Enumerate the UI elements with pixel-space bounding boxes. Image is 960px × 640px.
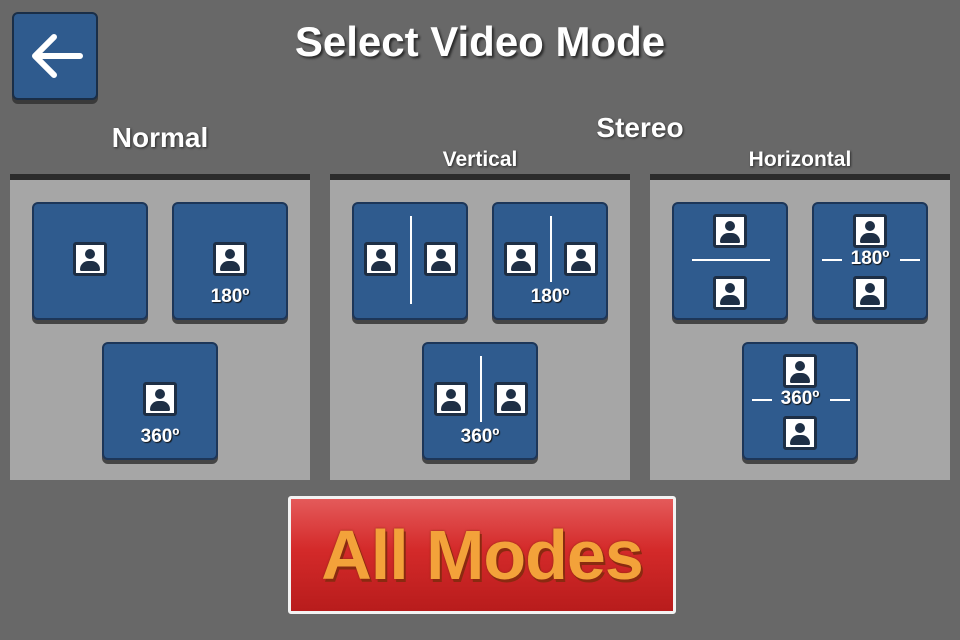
person-icon	[713, 276, 747, 310]
mode-degree-label: 180º	[530, 286, 570, 307]
mode-horizontal-360-button[interactable]: 360º	[742, 342, 858, 460]
mode-normal-360-button[interactable]: 360º	[102, 342, 218, 460]
person-icon	[143, 382, 177, 416]
vertical-panel: 180º 360º	[330, 174, 630, 480]
mode-horizontal-flat-button[interactable]	[672, 202, 788, 320]
section-label-vertical: Vertical	[442, 148, 518, 171]
mode-normal-flat-button[interactable]	[32, 202, 148, 320]
mode-horizontal-180-button[interactable]: 180º	[812, 202, 928, 320]
split-divider	[900, 259, 920, 261]
person-icon	[434, 382, 468, 416]
mode-vertical-flat-button[interactable]	[352, 202, 468, 320]
mode-vertical-180-button[interactable]: 180º	[492, 202, 608, 320]
person-icon	[853, 276, 887, 310]
normal-panel: 180º 360º	[10, 174, 310, 480]
person-icon	[73, 242, 107, 276]
mode-degree-label: 180º	[210, 286, 250, 307]
person-icon	[213, 242, 247, 276]
split-divider	[550, 216, 552, 282]
mode-vertical-360-button[interactable]: 360º	[422, 342, 538, 460]
person-icon	[504, 242, 538, 276]
mode-normal-180-button[interactable]: 180º	[172, 202, 288, 320]
person-icon	[494, 382, 528, 416]
person-icon	[783, 416, 817, 450]
section-label-horizontal: Horizontal	[748, 148, 852, 171]
all-modes-label: All Modes	[321, 516, 644, 594]
split-divider	[830, 399, 850, 401]
horizontal-panel: 180º 360º	[650, 174, 950, 480]
all-modes-button[interactable]: All Modes	[288, 496, 676, 614]
section-label-normal: Normal	[111, 122, 209, 153]
split-divider	[692, 259, 770, 261]
mode-degree-label: 360º	[140, 426, 180, 447]
split-divider	[480, 356, 482, 422]
person-icon	[364, 242, 398, 276]
page-title: Select Video Mode	[294, 18, 666, 65]
person-icon	[853, 214, 887, 248]
person-icon	[424, 242, 458, 276]
person-icon	[713, 214, 747, 248]
person-icon	[783, 354, 817, 388]
mode-degree-label: 360º	[460, 426, 500, 447]
person-icon	[564, 242, 598, 276]
split-divider	[410, 216, 412, 304]
section-label-stereo: Stereo	[596, 112, 684, 143]
